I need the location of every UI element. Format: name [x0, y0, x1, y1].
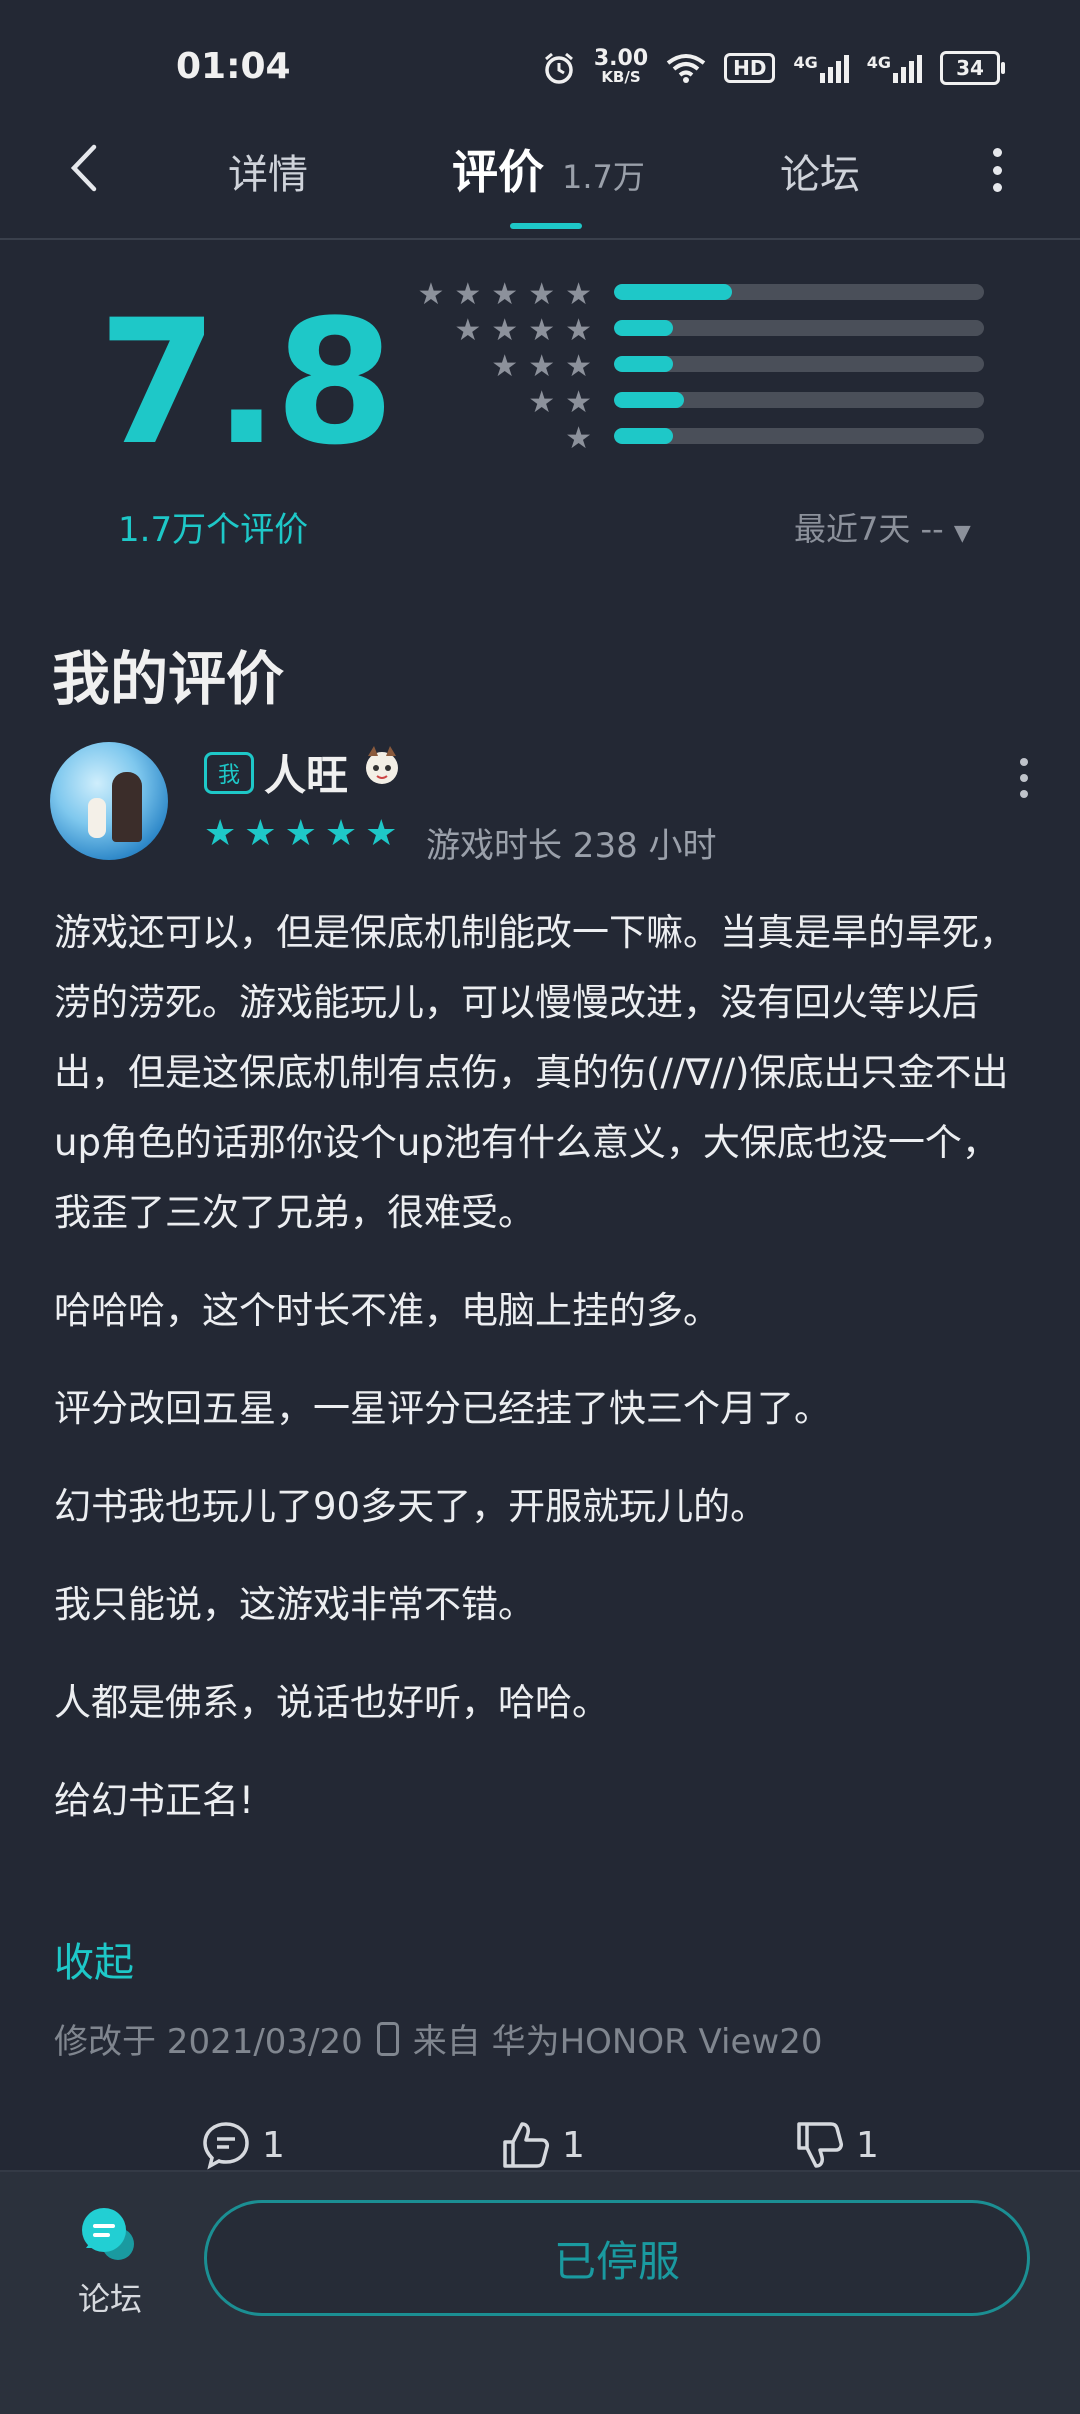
- me-badge: 我: [204, 752, 254, 794]
- review-paragraph: 人都是佛系，说话也好听，哈哈。: [54, 1681, 609, 1724]
- comment-button[interactable]: 1: [200, 2120, 285, 2170]
- star-icon: ★: [491, 349, 519, 384]
- avatar-figure: [112, 772, 142, 842]
- review-more-button[interactable]: [1014, 758, 1034, 798]
- dislike-button[interactable]: 1: [794, 2120, 879, 2170]
- like-count: 1: [562, 2124, 585, 2166]
- user-rating-stars: ★ ★ ★ ★ ★: [204, 816, 397, 852]
- back-button[interactable]: [58, 138, 108, 198]
- back-arrow-icon: [70, 144, 97, 192]
- avatar-figure-small: [88, 798, 106, 838]
- comment-count: 1: [262, 2124, 285, 2166]
- review-paragraph: 评分改回五星，一星评分已经挂了快三个月了。: [54, 1387, 831, 1430]
- dot-icon: [992, 183, 1002, 192]
- distribution-stars-5: ★ ★ ★ ★ ★: [417, 280, 592, 310]
- star-icon: ★: [324, 813, 358, 854]
- star-icon: ★: [365, 813, 398, 854]
- distribution-bar-3: [614, 356, 984, 372]
- star-icon: ★: [454, 313, 482, 348]
- star-icon: ★: [528, 313, 556, 348]
- star-icon: ★: [565, 313, 592, 348]
- phone-icon: [376, 2021, 399, 2056]
- distribution-bar-5: [614, 284, 984, 300]
- device-name: 来自 华为HONOR View20: [412, 2022, 823, 2062]
- forum-chat-icon[interactable]: [78, 2206, 140, 2264]
- thumbs-down-icon: [797, 2122, 843, 2168]
- status-icons: 3.00 KB/S HD 4G 4G 34: [542, 46, 1005, 87]
- distribution-stars-1: ★: [565, 424, 592, 454]
- star-icon: ★: [565, 385, 592, 420]
- tab-details[interactable]: 详情: [228, 142, 308, 200]
- modified-date: 修改于 2021/03/20: [54, 2022, 363, 2062]
- recent-filter-dropdown[interactable]: 最近7天 -- ▼: [794, 504, 971, 550]
- alarm-icon: [544, 52, 573, 84]
- playtime: 游戏时长 238 小时: [426, 826, 717, 866]
- service-stopped-button[interactable]: 已停服: [204, 2200, 1030, 2316]
- status-time: 01:04: [176, 46, 291, 87]
- tab-indicator: [510, 223, 582, 229]
- distribution-bar-fill: [614, 284, 733, 300]
- dot-icon: [992, 165, 1002, 175]
- thumbs-up-icon: [503, 2122, 549, 2168]
- review-paragraph: 游戏还可以，但是保底机制能改一下嘛。当真是旱的旱死，涝的涝死。游戏能玩儿，可以慢…: [54, 911, 1016, 1234]
- distribution-bar-1: [614, 428, 984, 444]
- username[interactable]: 人旺: [264, 742, 348, 803]
- distribution-bar-4: [614, 320, 984, 336]
- star-icon: ★: [565, 421, 592, 456]
- star-icon: ★: [491, 313, 519, 348]
- user-badge-icon: [366, 746, 398, 784]
- star-icon: ★: [454, 277, 482, 312]
- distribution-stars-2: ★ ★: [528, 388, 592, 418]
- rating-count[interactable]: 1.7万个评价: [118, 502, 308, 551]
- star-icon: ★: [204, 813, 237, 854]
- review-paragraph: 我只能说，这游戏非常不错。: [54, 1583, 535, 1626]
- distribution-bar-fill: [614, 356, 674, 372]
- star-icon: ★: [417, 277, 445, 312]
- star-icon: ★: [565, 349, 592, 384]
- overall-score: 7.8: [98, 282, 395, 483]
- star-icon: ★: [244, 813, 277, 854]
- tab-forum[interactable]: 论坛: [780, 142, 860, 200]
- more-options-button[interactable]: [982, 148, 1012, 192]
- dislike-count: 1: [856, 2124, 879, 2166]
- wifi-icon: [666, 54, 706, 83]
- star-icon: ★: [491, 277, 519, 312]
- distribution-bar-fill: [614, 428, 674, 444]
- review-paragraph: 幻书我也玩儿了90多天了，开服就玩儿的。: [54, 1485, 768, 1528]
- review-body: 游戏还可以，但是保底机制能改一下嘛。当真是旱的旱死，涝的涝死。游戏能玩儿，可以慢…: [54, 898, 1034, 1864]
- dot-icon: [992, 148, 1002, 157]
- star-icon: ★: [565, 277, 592, 312]
- distribution-stars-3: ★ ★ ★: [491, 352, 592, 382]
- distribution-bar-2: [614, 392, 984, 408]
- star-icon: ★: [528, 277, 556, 312]
- signal-2-icon: 4G: [867, 53, 922, 83]
- review-meta: 修改于 2021/03/20 来自 华为HONOR View20: [54, 2014, 823, 2063]
- battery-icon: 34: [940, 51, 1005, 85]
- bottom-forum-label[interactable]: 论坛: [78, 2274, 142, 2320]
- review-paragraph: 哈哈哈，这个时长不准，电脑上挂的多。: [54, 1289, 720, 1332]
- star-icon: ★: [528, 385, 556, 420]
- dot-icon: [1020, 790, 1028, 798]
- distribution-stars-4: ★ ★ ★ ★: [454, 316, 592, 346]
- nav-divider: [0, 238, 1080, 240]
- distribution-bar-fill: [614, 392, 685, 408]
- review-paragraph: 给幻书正名!: [54, 1779, 254, 1822]
- comment-icon: [203, 2122, 249, 2170]
- dot-icon: [1020, 758, 1028, 766]
- star-icon: ★: [284, 813, 317, 854]
- dot-icon: [1020, 774, 1028, 782]
- distribution-bar-fill: [614, 320, 674, 336]
- my-review-title: 我的评价: [52, 645, 285, 713]
- tab-reviews[interactable]: 评价: [452, 136, 544, 202]
- tab-reviews-count: 1.7万: [562, 158, 645, 196]
- signal-1-icon: 4G: [793, 53, 849, 83]
- avatar[interactable]: [50, 742, 168, 860]
- star-icon: ★: [528, 349, 556, 384]
- recent-filter-label: 最近7天 --: [794, 510, 944, 548]
- network-speed: 3.00 KB/S: [593, 46, 649, 87]
- hd-badge: HD: [724, 53, 776, 83]
- collapse-link[interactable]: 收起: [54, 1930, 134, 1988]
- like-button[interactable]: 1: [500, 2120, 585, 2170]
- dropdown-arrow-icon: ▼: [953, 521, 971, 546]
